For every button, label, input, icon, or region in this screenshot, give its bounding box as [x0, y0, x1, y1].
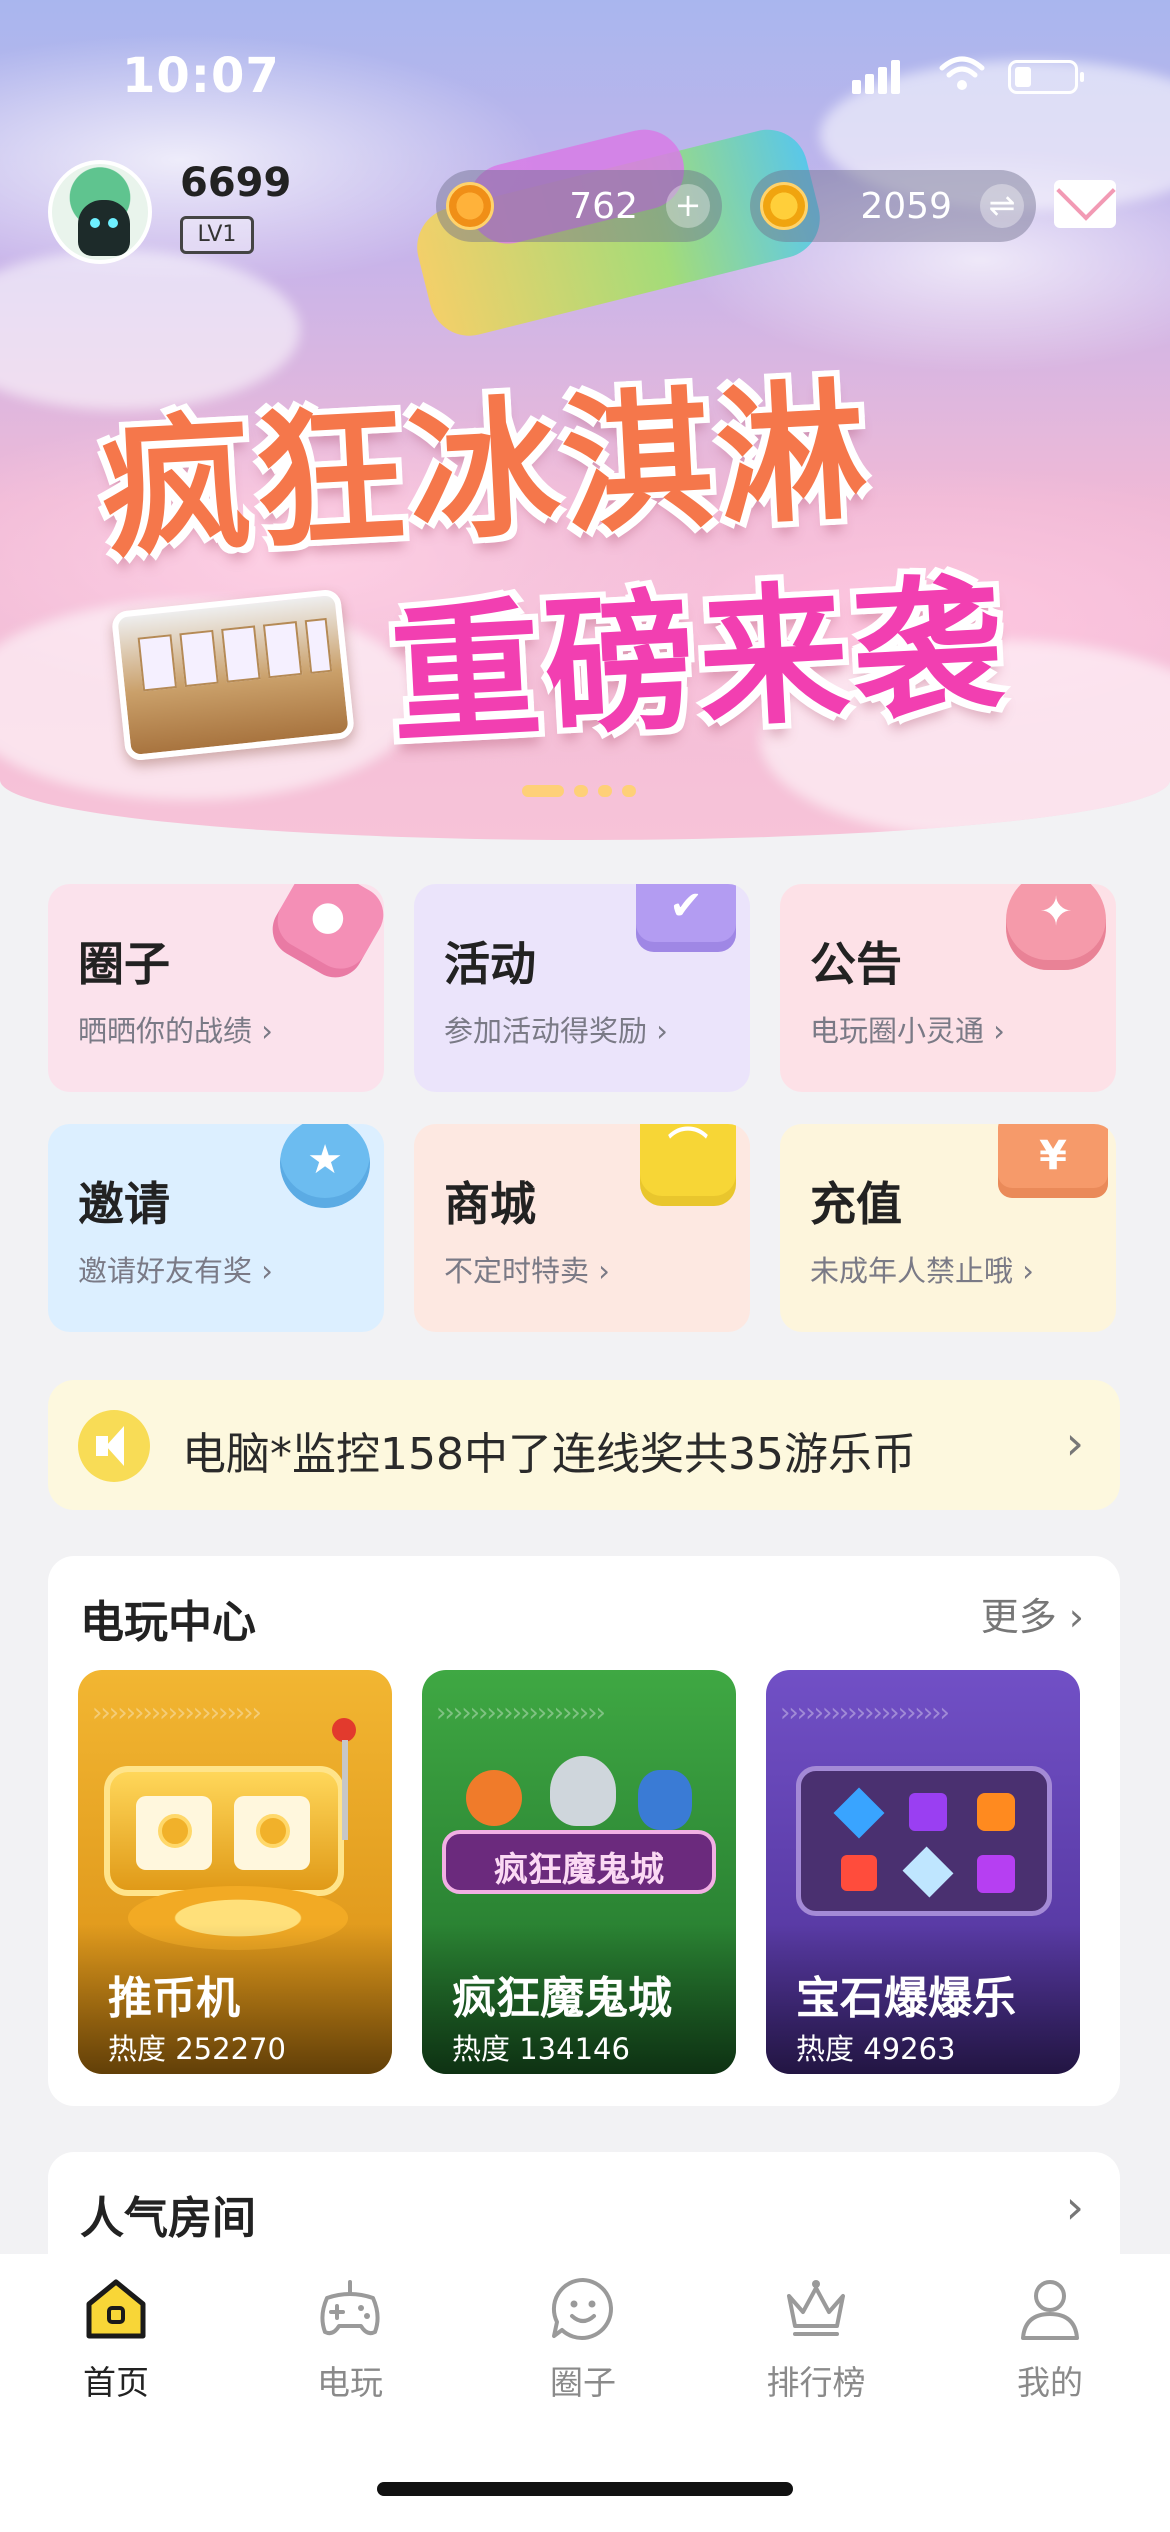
medal-icon: ★ — [280, 1124, 370, 1208]
crown-icon — [781, 2276, 851, 2342]
demon-castle-art: 疯狂魔鬼城 — [442, 1750, 716, 1900]
feature-subtitle: 邀请好友有奖 › — [78, 1254, 273, 1288]
level-badge: LV1 — [180, 216, 254, 254]
coin-icon — [446, 182, 494, 230]
popular-rooms-title: 人气房间 — [80, 2193, 256, 2244]
feature-card-0[interactable]: ● 圈子晒晒你的战绩 › — [48, 884, 384, 1092]
game-card-gem-blast[interactable]: ›››››››››››››››››››› 宝石爆爆乐 热度 49263 — [766, 1670, 1080, 2074]
game-heat: 热度 134146 — [452, 2032, 630, 2066]
battery-icon — [1008, 60, 1084, 94]
speaker-icon — [78, 1410, 150, 1482]
carousel-dot-active — [522, 784, 564, 797]
tab-label: 排行榜 — [766, 2363, 866, 2402]
banner-subheadline: 重磅来袭 — [386, 558, 1011, 765]
gem-coin-icon — [760, 182, 808, 230]
feature-card-4[interactable]: ⌒ 商城不定时特卖 › — [414, 1124, 750, 1332]
avatar[interactable] — [48, 160, 152, 264]
smiley-chat-icon — [548, 2276, 618, 2342]
tab-games[interactable]: 电玩 — [280, 2276, 420, 2404]
slot-machine-art — [104, 1766, 344, 1896]
cellular-signal-icon — [852, 60, 904, 94]
tab-label: 首页 — [83, 2363, 149, 2402]
feature-card-1[interactable]: ✔ 活动参加活动得奖励 › — [414, 884, 750, 1092]
shopping-bag-icon: ⌒ — [640, 1124, 736, 1206]
tab-circle[interactable]: 圈子 — [513, 2276, 653, 2404]
feature-subtitle: 未成年人禁止哦 › — [810, 1254, 1034, 1288]
game-center-title: 电玩中心 — [80, 1597, 256, 1648]
feature-card-5[interactable]: ¥ 充值未成年人禁止哦 › — [780, 1124, 1116, 1332]
game-heat: 热度 49263 — [796, 2032, 956, 2066]
game-heat: 热度 252270 — [108, 2032, 286, 2066]
tab-leaderboard[interactable]: 排行榜 — [746, 2276, 886, 2404]
game-name: 推币机 — [108, 1973, 240, 2024]
status-bar: 10:07 — [0, 40, 1170, 110]
feature-title: 充值 — [810, 1177, 902, 1231]
sparkle-flower-icon: ✦ — [1006, 884, 1106, 970]
feature-subtitle: 参加活动得奖励 › — [444, 1014, 668, 1048]
tab-me[interactable]: 我的 — [980, 2276, 1120, 2404]
coin-amount: 762 — [569, 186, 638, 227]
feature-title: 商城 — [444, 1177, 536, 1231]
carousel-dot — [574, 784, 588, 797]
feature-title: 邀请 — [78, 1177, 170, 1231]
feature-subtitle: 不定时特卖 › — [444, 1254, 610, 1288]
feature-card-2[interactable]: ✦ 公告电玩圈小灵通 › — [780, 884, 1116, 1092]
exchange-icon[interactable]: ⇌ — [980, 184, 1024, 228]
more-label: 更多 — [980, 1595, 1057, 1639]
feature-card-3[interactable]: ★ 邀请邀请好友有奖 › — [48, 1124, 384, 1332]
feature-title: 圈子 — [78, 937, 170, 991]
gem-balance[interactable]: 2059 ⇌ — [750, 170, 1036, 242]
home-icon — [81, 2276, 151, 2342]
tab-label: 电玩 — [317, 2363, 383, 2402]
carousel-dot — [622, 784, 636, 797]
gem-board-art — [796, 1766, 1052, 1916]
announcement-text: 电脑*监控158中了连线奖共35游乐币 — [182, 1429, 916, 1480]
promo-banner[interactable]: 疯狂冰淇淋 重磅来袭 — [0, 0, 1170, 840]
gamepad-icon — [315, 2276, 385, 2342]
coin-pusher-machine-image — [110, 588, 356, 762]
tab-label: 圈子 — [550, 2363, 616, 2402]
carousel-dots — [522, 780, 646, 797]
username: 6699 — [180, 160, 292, 206]
more-link[interactable]: 更多 › — [981, 1586, 1084, 1641]
game-center-panel: 电玩中心 更多 › ›››››››››››››››››››› 推币机 热度 25… — [48, 1556, 1120, 2106]
check-chat-icon: ✔ — [636, 884, 736, 952]
gem-amount: 2059 — [860, 186, 952, 227]
person-icon — [1015, 2276, 1085, 2342]
plus-icon[interactable]: + — [666, 184, 710, 228]
carousel-dot — [598, 784, 612, 797]
game-card-crazy-demon-city[interactable]: ›››››››››››››››››››› 疯狂魔鬼城 疯狂魔鬼城 热度 1341… — [422, 1670, 736, 2074]
wifi-icon — [938, 56, 986, 96]
winning-announcement[interactable]: 电脑*监控158中了连线奖共35游乐币 › — [48, 1380, 1120, 1510]
game-card-coin-pusher[interactable]: ›››››››››››››››››››› 推币机 热度 252270 — [78, 1670, 392, 2074]
mail-icon[interactable] — [1054, 180, 1116, 228]
yuan-ticket-icon: ¥ — [998, 1124, 1108, 1198]
tab-home[interactable]: 首页 — [46, 2276, 186, 2404]
hexagon-icon: ● — [262, 884, 384, 988]
chevron-right-icon[interactable]: › — [1066, 1416, 1084, 1470]
game-name: 宝石爆爆乐 — [796, 1973, 1016, 2024]
feature-subtitle: 晒晒你的战绩 › — [78, 1014, 273, 1048]
tab-label: 我的 — [1017, 2363, 1083, 2402]
chevron-right-icon[interactable]: › — [1066, 2180, 1084, 2234]
status-time: 10:07 — [122, 48, 280, 104]
home-indicator — [377, 2482, 793, 2496]
coin-balance[interactable]: 762 + — [436, 170, 722, 242]
feature-title: 活动 — [444, 937, 536, 991]
feature-subtitle: 电玩圈小灵通 › — [810, 1014, 1005, 1048]
feature-title: 公告 — [810, 937, 902, 991]
game-name: 疯狂魔鬼城 — [452, 1973, 672, 2024]
